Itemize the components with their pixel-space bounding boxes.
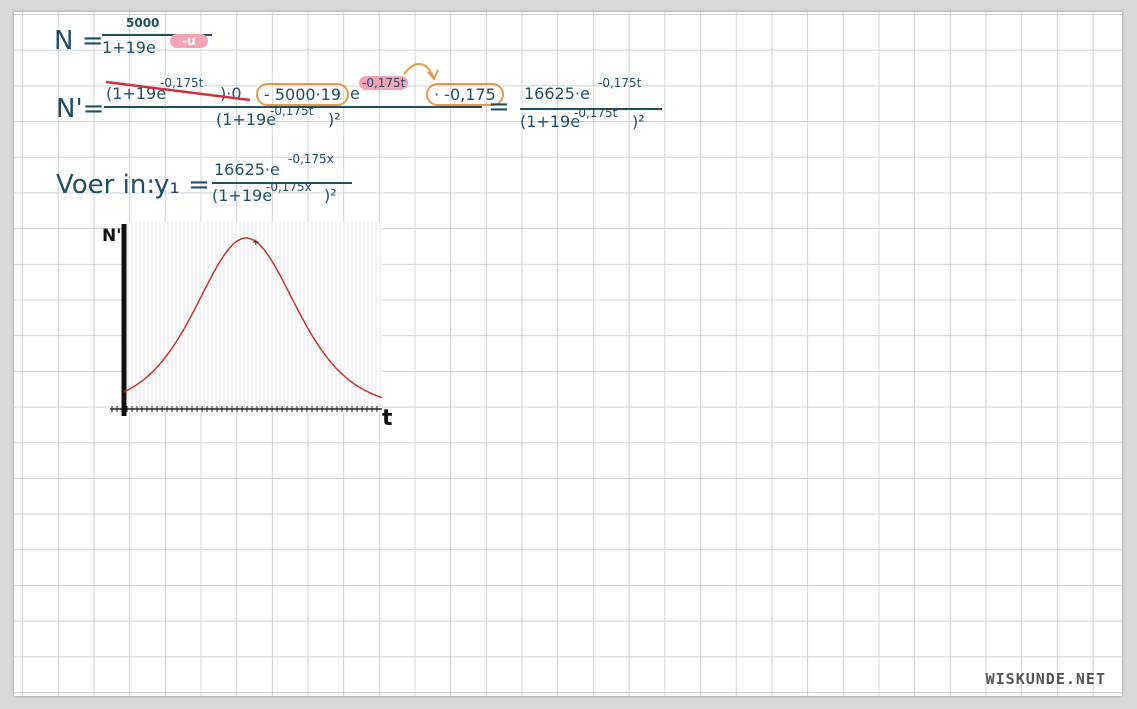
eq3-numerator: 16625·e	[214, 160, 280, 179]
wiskunde-logo: WISKUNDE.NET	[985, 670, 1106, 688]
graph-plot-area	[124, 222, 382, 412]
strike-line	[105, 80, 251, 102]
eq2-annotations	[105, 63, 439, 102]
arrow-curve	[403, 63, 435, 79]
graph-svg: +	[110, 222, 383, 416]
y-axis-label: N'	[102, 226, 122, 246]
eq3-prefix: Voer in:	[56, 170, 156, 200]
eq3-denominator-exp: -0,175x	[266, 180, 312, 194]
graph: + N' t	[102, 222, 396, 441]
eq3-denominator-tail: )²	[324, 186, 337, 205]
peak-marker: +	[252, 235, 259, 248]
eq3-y-label: y₁ =	[154, 170, 210, 200]
whiteboard: N = 5000 1+19e -u N'= (1+19e -0,175t )·0…	[14, 12, 1122, 696]
x-axis-label: t	[382, 406, 393, 431]
eq3-denominator: (1+19e	[212, 186, 273, 205]
eq3-numerator-exp: -0,175x	[288, 152, 334, 166]
